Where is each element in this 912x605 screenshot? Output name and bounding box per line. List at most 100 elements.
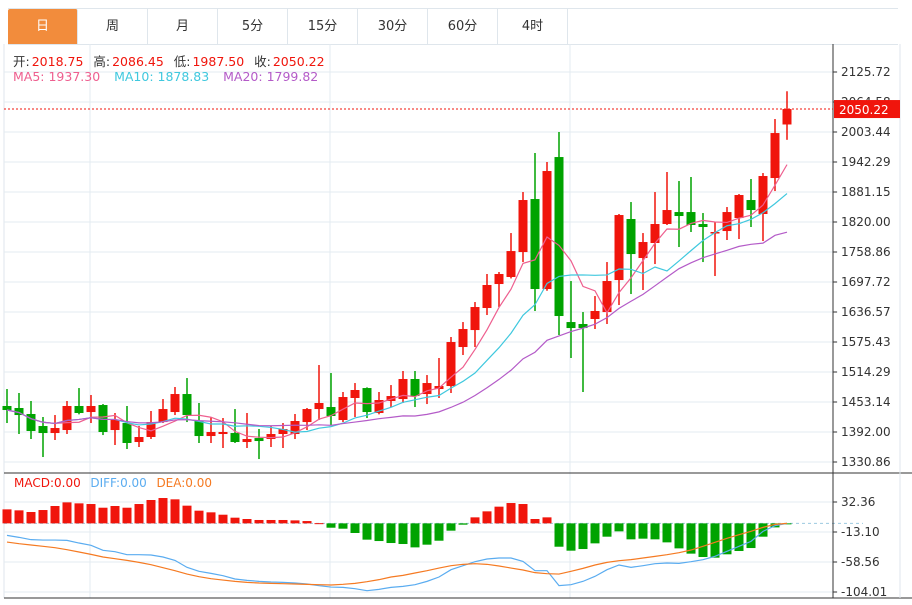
price-tick-label: 1820.00 bbox=[841, 215, 891, 229]
candle-down bbox=[674, 212, 684, 217]
macd-bar bbox=[482, 511, 492, 524]
candle-up bbox=[338, 397, 348, 421]
candle-down bbox=[626, 219, 636, 255]
macd-bar bbox=[674, 523, 684, 549]
macd-bar bbox=[554, 523, 564, 547]
price-tick-label: 1453.14 bbox=[841, 395, 891, 409]
candle-up bbox=[734, 195, 744, 219]
macd-bar bbox=[446, 523, 456, 531]
macd-bar bbox=[710, 523, 720, 558]
low-value: 1987.50 bbox=[192, 54, 245, 69]
candle-up bbox=[506, 251, 516, 278]
macd-bar bbox=[578, 523, 588, 550]
macd-bar bbox=[602, 523, 612, 537]
candle-down bbox=[410, 379, 420, 397]
diff-value: DIFF:0.00 bbox=[90, 476, 147, 490]
macd-legend: MACD:0.00 DIFF:0.00 DEA:0.00 bbox=[14, 476, 214, 490]
macd-bar bbox=[110, 505, 120, 524]
price-tick-label: 1697.72 bbox=[841, 275, 891, 289]
candle-up bbox=[662, 210, 672, 225]
macd-bar bbox=[134, 504, 144, 524]
candle-up bbox=[206, 432, 216, 437]
candle-down bbox=[38, 426, 48, 434]
macd-bar bbox=[470, 517, 480, 524]
candle-down bbox=[2, 405, 12, 411]
macd-bar bbox=[458, 523, 468, 525]
macd-bar bbox=[374, 523, 384, 542]
candle-up bbox=[242, 439, 252, 443]
macd-bar bbox=[362, 523, 372, 540]
macd-bar bbox=[86, 504, 96, 524]
macd-bar bbox=[590, 523, 600, 544]
price-tick-label: 2125.72 bbox=[841, 65, 891, 79]
low-label: 低: bbox=[173, 54, 191, 69]
candle-down bbox=[554, 157, 564, 317]
macd-bar bbox=[74, 503, 84, 524]
macd-bar bbox=[314, 523, 324, 525]
macd-bar bbox=[398, 523, 408, 545]
macd-bar bbox=[350, 523, 360, 533]
candle-up bbox=[494, 274, 504, 285]
candle-up bbox=[458, 329, 468, 348]
macd-tick-label: -58.56 bbox=[841, 555, 880, 569]
high-value: 2086.45 bbox=[112, 54, 164, 69]
macd-bar bbox=[338, 523, 348, 529]
price-tick-label: 1942.29 bbox=[841, 155, 891, 169]
candle-up bbox=[170, 394, 180, 413]
macd-bar bbox=[650, 523, 660, 540]
macd-bar bbox=[230, 517, 240, 524]
macd-tick-label: 32.36 bbox=[841, 495, 875, 509]
price-tick-label: 1758.86 bbox=[841, 245, 891, 259]
macd-bar bbox=[194, 510, 204, 524]
open-label: 开: bbox=[13, 54, 30, 69]
macd-bar bbox=[494, 506, 504, 524]
high-label: 高: bbox=[93, 54, 111, 69]
macd-bar bbox=[170, 499, 180, 524]
macd-bar bbox=[266, 519, 276, 524]
candle-down bbox=[566, 322, 576, 329]
macd-bar bbox=[14, 510, 24, 524]
candle-up bbox=[782, 109, 792, 125]
candle-up bbox=[518, 200, 528, 253]
macd-bar bbox=[422, 523, 432, 545]
macd-bar bbox=[302, 521, 312, 524]
candle-up bbox=[134, 437, 144, 443]
macd-bar bbox=[542, 517, 552, 524]
macd-bar bbox=[746, 523, 756, 549]
candle-down bbox=[182, 394, 192, 416]
macd-bar bbox=[146, 499, 156, 524]
macd-bar bbox=[50, 505, 60, 524]
candle-down bbox=[746, 200, 756, 211]
macd-bar bbox=[2, 509, 12, 524]
macd-value: MACD:0.00 bbox=[14, 476, 81, 490]
macd-bar bbox=[638, 523, 648, 539]
macd-bar bbox=[614, 523, 624, 532]
candle-down bbox=[362, 388, 372, 413]
close-label: 收: bbox=[254, 54, 271, 69]
candle-up bbox=[50, 428, 60, 434]
macd-bar bbox=[278, 519, 288, 524]
price-tick-label: 1636.57 bbox=[841, 305, 891, 319]
candle-up bbox=[266, 434, 276, 440]
candle-up bbox=[158, 409, 168, 423]
dea-value: DEA:0.00 bbox=[156, 476, 213, 490]
macd-bar bbox=[626, 523, 636, 540]
macd-bar bbox=[518, 504, 528, 524]
candle-up bbox=[350, 390, 360, 398]
ma20-value: MA20: 1799.82 bbox=[223, 69, 319, 84]
ma5-line bbox=[6, 164, 788, 439]
macd-bar bbox=[326, 523, 336, 528]
candle-down bbox=[74, 405, 84, 414]
candle-down bbox=[530, 199, 540, 290]
macd-bar bbox=[38, 510, 48, 524]
macd-bar bbox=[506, 503, 516, 524]
candle-up bbox=[62, 405, 72, 431]
candle-up bbox=[590, 311, 600, 320]
candle-down bbox=[194, 421, 204, 437]
candle-up bbox=[302, 409, 312, 423]
candle-up bbox=[86, 405, 96, 413]
macd-bar bbox=[182, 505, 192, 524]
ma-legend: MA5: 1937.30 MA10: 1878.83 MA20: 1799.82 bbox=[13, 69, 320, 84]
candle-up bbox=[542, 171, 552, 290]
kline-chart[interactable]: 2125.722064.582003.441942.291881.151820.… bbox=[0, 0, 912, 605]
